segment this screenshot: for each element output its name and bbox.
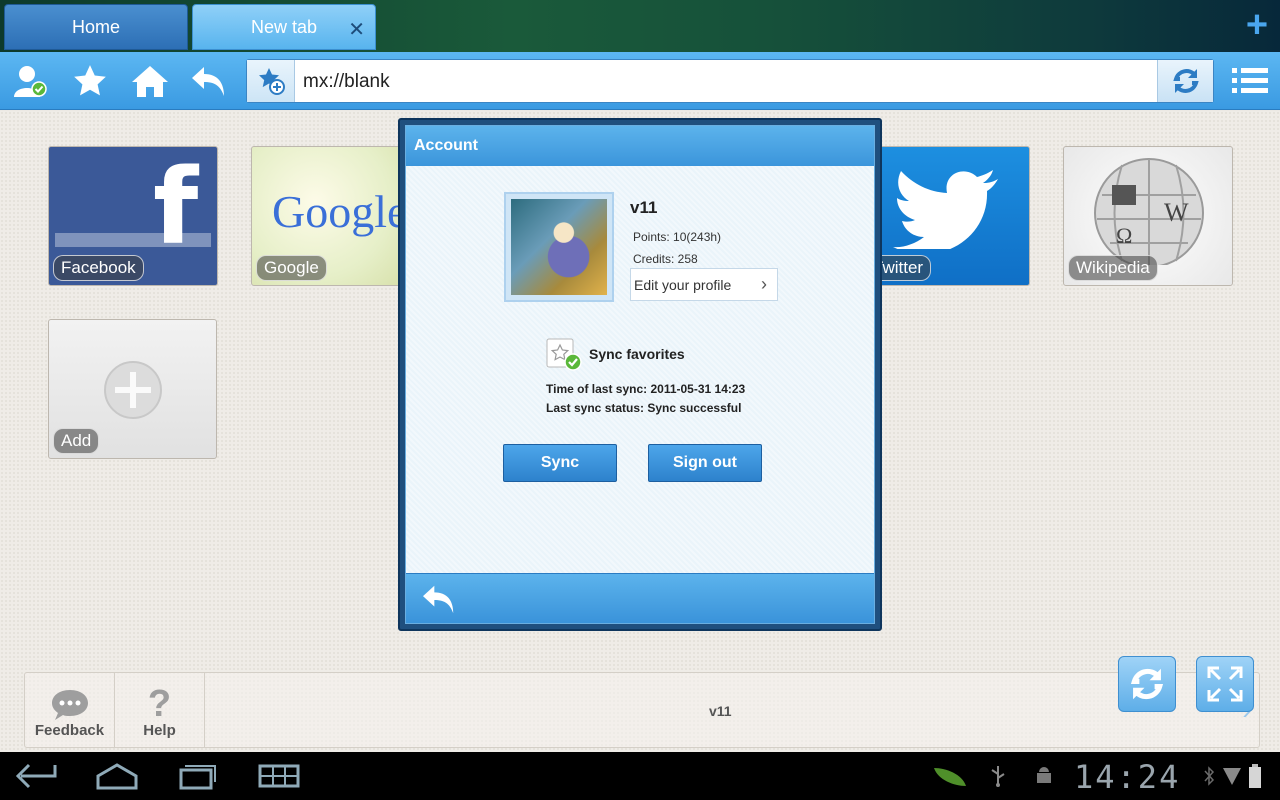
dialog-back-icon[interactable]	[418, 582, 462, 616]
back-icon[interactable]	[188, 60, 232, 102]
system-home-icon[interactable]	[90, 758, 144, 794]
sync-button[interactable]: Sync	[503, 444, 617, 482]
add-bookmark-icon[interactable]	[247, 60, 295, 102]
usb-icon	[986, 764, 1010, 788]
clock: 14:24	[1074, 758, 1181, 796]
refresh-icon[interactable]	[1157, 60, 1213, 102]
facebook-logo-icon: f	[153, 146, 199, 268]
account-dialog: Account v11 Points: 10(243h) Credits: 25…	[398, 118, 882, 631]
bottom-panel: Feedback ? Help v11 ›	[24, 672, 1260, 748]
wikipedia-globe-icon: W Ω	[1094, 158, 1204, 265]
home-icon[interactable]	[128, 60, 172, 102]
feedback-label: Feedback	[34, 722, 105, 739]
system-recent-apps-icon[interactable]	[170, 758, 224, 794]
speed-dial-label: Add	[53, 428, 100, 454]
version-text: v11	[709, 703, 732, 719]
avatar-image	[511, 199, 607, 295]
speed-dial-add[interactable]: Add	[48, 319, 217, 459]
sync-favorites-icon[interactable]	[546, 336, 582, 371]
system-back-icon[interactable]	[10, 758, 64, 794]
menu-icon[interactable]	[1228, 60, 1272, 102]
tab-new-tab-label: New tab	[250, 16, 318, 37]
tab-new-tab[interactable]: New tab ✕	[192, 4, 376, 50]
dialog-footer	[406, 573, 874, 623]
close-tab-icon[interactable]: ✕	[348, 17, 365, 42]
refresh-icon	[1130, 668, 1164, 700]
wifi-signal-icon	[1222, 764, 1242, 788]
account-icon[interactable]	[8, 60, 52, 102]
bluetooth-icon	[1202, 764, 1216, 788]
help-label: Help	[143, 722, 176, 739]
fullscreen-expand-icon	[1207, 666, 1243, 702]
tab-home-label: Home	[71, 16, 120, 37]
speed-dial-label: Google	[256, 255, 327, 281]
chevron-right-icon: ›	[761, 274, 767, 294]
speed-dial-label: Wikipedia	[1068, 255, 1158, 281]
toolbar: mx://blank	[0, 52, 1280, 110]
battery-icon	[1248, 764, 1262, 788]
google-logo: Google	[272, 186, 408, 237]
last-sync-status: Last sync status: Sync successful	[546, 401, 742, 415]
android-debug-icon	[1032, 764, 1056, 788]
refresh-float-button[interactable]	[1118, 656, 1176, 712]
tab-home[interactable]: Home	[4, 4, 188, 50]
points-text: Points: 10(243h)	[633, 230, 722, 244]
new-tab-plus-icon[interactable]: +	[1242, 6, 1272, 44]
tab-strip: Home New tab ✕ +	[0, 0, 1280, 52]
favorites-star-icon[interactable]	[68, 60, 112, 102]
account-dialog-body: Account v11 Points: 10(243h) Credits: 25…	[405, 125, 875, 624]
speed-dial-google[interactable]: Google Google	[251, 146, 411, 286]
feedback-bubble-icon	[51, 690, 88, 720]
speed-dial-wikipedia[interactable]: W Ω Wikipedia	[1063, 146, 1233, 286]
edit-profile-label: Edit your profile	[634, 276, 732, 293]
speed-dial-twitter[interactable]: Twitter	[860, 146, 1030, 286]
help-question-icon: ?	[147, 683, 172, 725]
system-screenshot-icon[interactable]	[252, 758, 306, 794]
fullscreen-button[interactable]	[1196, 656, 1254, 712]
pea-pod-icon	[932, 764, 968, 788]
help-button[interactable]: ? Help	[115, 673, 205, 747]
avatar[interactable]	[504, 192, 614, 302]
credits-text: Credits: 258	[633, 252, 698, 266]
url-input[interactable]: mx://blank	[303, 71, 390, 93]
system-bar: 14:24	[0, 752, 1280, 800]
speed-dial-facebook[interactable]: f Facebook	[48, 146, 218, 286]
sign-out-button[interactable]: Sign out	[648, 444, 762, 482]
dialog-title: Account	[406, 126, 874, 166]
twitter-bird-icon	[893, 170, 998, 249]
last-sync-time: Time of last sync: 2011-05-31 14:23	[546, 382, 746, 396]
edit-profile-button[interactable]: Edit your profile ›	[630, 268, 778, 301]
svg-text:Ω: Ω	[1116, 223, 1132, 248]
svg-text:W: W	[1164, 198, 1189, 227]
speed-dial-label: Facebook	[53, 255, 144, 281]
sync-favorites-label: Sync favorites	[589, 346, 685, 362]
username: v11	[630, 198, 658, 217]
feedback-button[interactable]: Feedback	[25, 673, 115, 747]
add-plus-icon	[104, 361, 162, 419]
address-bar: mx://blank	[246, 59, 1214, 103]
